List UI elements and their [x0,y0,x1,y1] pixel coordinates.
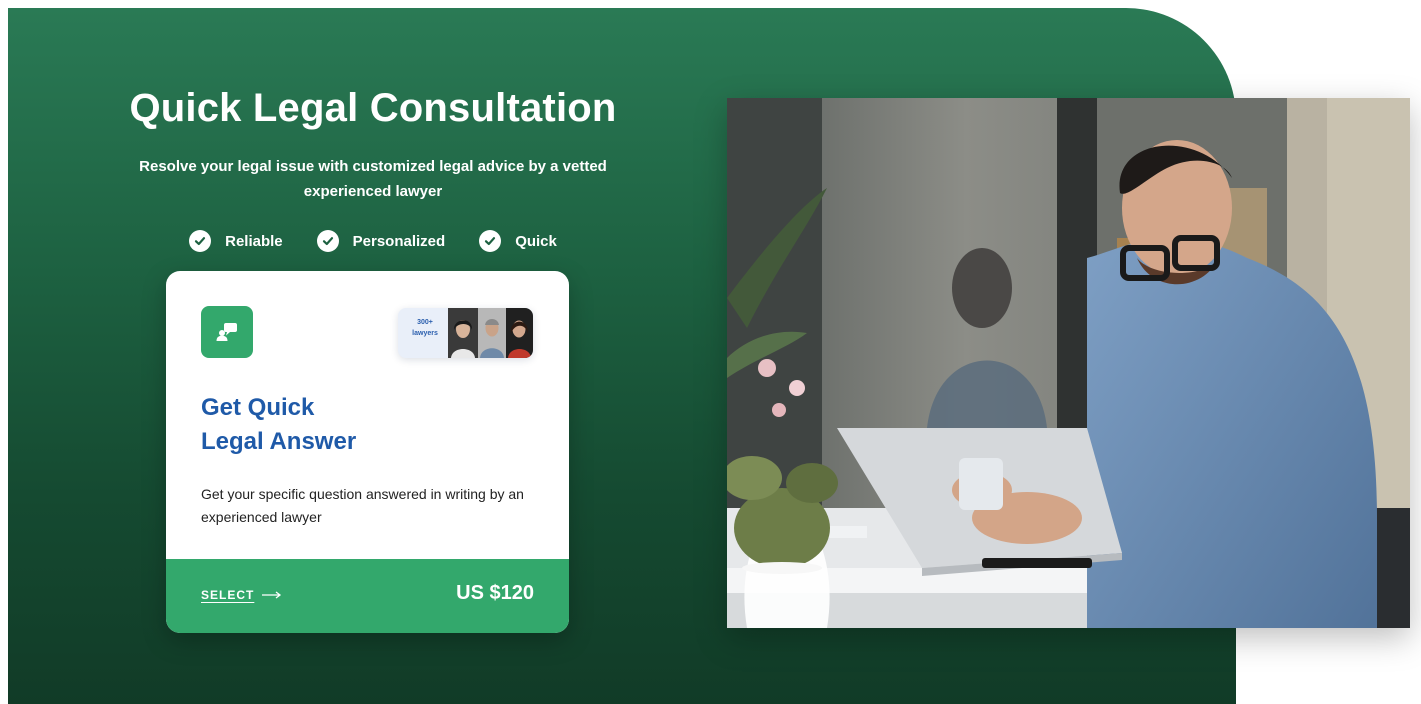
lawyers-count: 300+ lawyers [412,319,438,337]
arrow-right-icon [262,588,282,602]
chat-user-icon [201,306,253,358]
lawyer-avatar [478,308,506,358]
feature-label: Quick [515,232,557,250]
lawyer-avatar [448,308,478,358]
price: US $120 [456,582,534,604]
lawyers-count-badge: 300+ lawyers [398,308,533,358]
hero-subtitle: Resolve your legal issue with customized… [139,158,607,200]
quick-answer-card[interactable]: 300+ lawyers Get Quick Legal Answer Get … [166,271,569,633]
check-circle-icon [316,230,339,252]
feature-list: Reliable Personalized Quick [8,230,738,252]
feature-label: Reliable [225,232,283,250]
check-circle-icon [479,230,502,252]
feature-label: Personalized [352,232,446,250]
page-title: Quick Legal Consultation [129,86,617,130]
feature-personalized: Personalized [316,230,446,252]
lawyer-working-photo [727,98,1410,628]
card-footer: SELECT US $120 [166,559,569,633]
check-circle-icon [189,230,212,252]
lawyer-avatar [506,308,533,358]
feature-quick: Quick [479,230,557,252]
card-title: Get Quick Legal Answer [201,394,357,455]
select-button[interactable]: SELECT [201,588,282,602]
select-label: SELECT [201,588,255,602]
feature-reliable: Reliable [189,230,283,252]
card-description: Get your specific question answered in w… [201,486,524,525]
